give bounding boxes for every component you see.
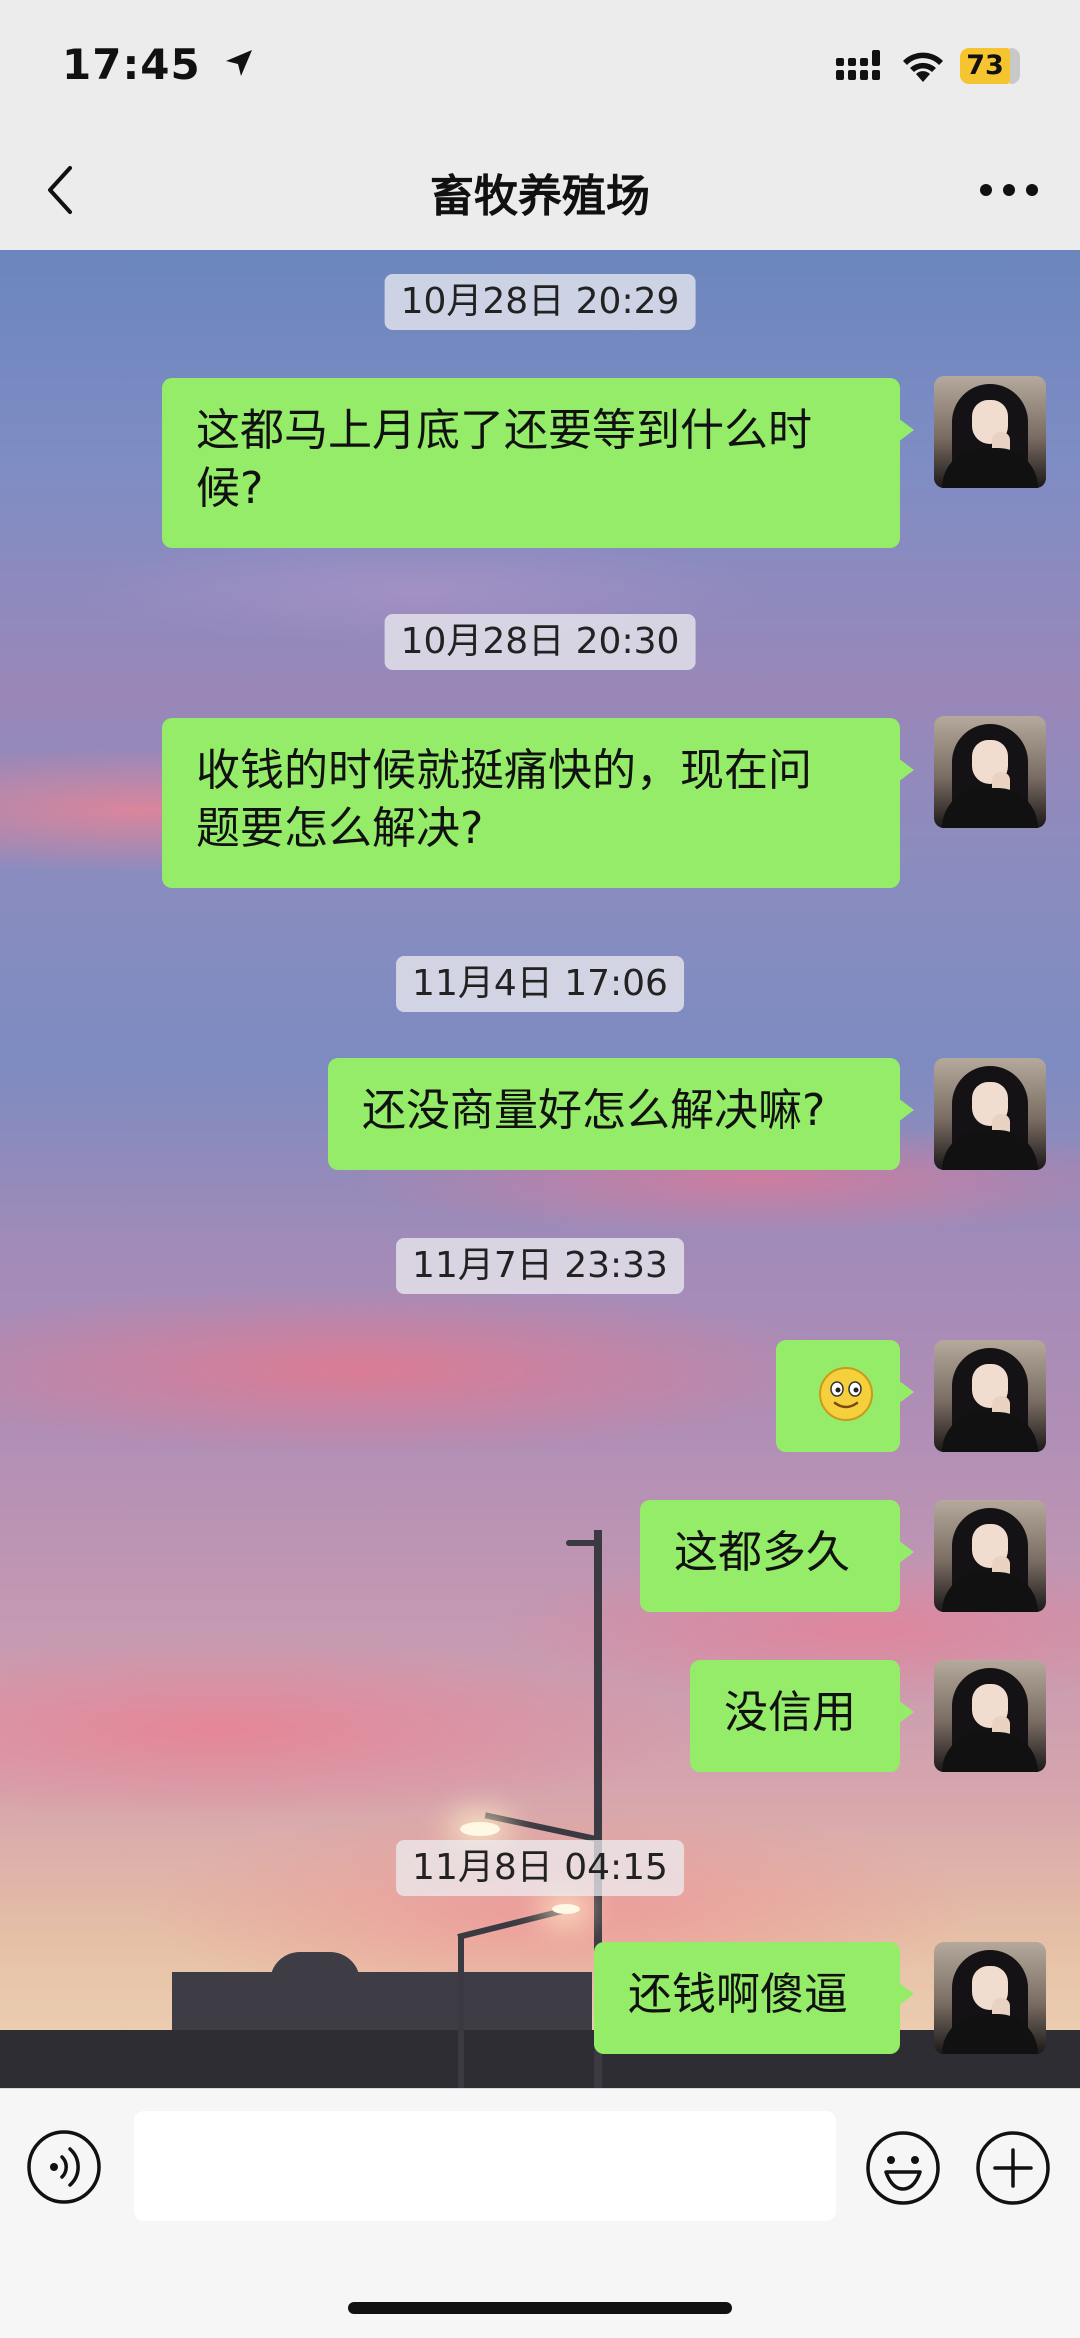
plus-icon[interactable] <box>974 2129 1052 2207</box>
avatar[interactable] <box>934 1500 1046 1612</box>
message-text: 这都多久 <box>674 1527 850 1578</box>
message-timestamp: 11月8日 04:15 <box>396 1840 684 1896</box>
battery-indicator: 73 <box>960 48 1022 84</box>
avatar[interactable] <box>934 1660 1046 1772</box>
message-text-line: 候? <box>196 463 264 514</box>
avatar[interactable] <box>934 1942 1046 2054</box>
message-bubble[interactable]: 这都马上月底了还要等到什么时 候? <box>162 378 914 548</box>
avatar[interactable] <box>934 1340 1046 1452</box>
message-text: 还没商量好怎么解决嘛? <box>362 1085 826 1136</box>
voice-input-icon[interactable] <box>26 2129 102 2205</box>
emoji-icon[interactable] <box>864 2129 942 2207</box>
chat-title: 畜牧养殖场 <box>430 171 650 222</box>
message-text: 还钱啊傻逼 <box>628 1969 848 2020</box>
message-bubble[interactable]: 还钱啊傻逼 <box>594 1942 914 2054</box>
message-input[interactable] <box>134 2111 836 2221</box>
home-indicator[interactable] <box>348 2302 732 2314</box>
message-bubble[interactable] <box>776 1340 914 1452</box>
smile-emoji-icon <box>819 1367 873 1421</box>
message-timestamp: 10月28日 20:30 <box>384 614 696 670</box>
message-timestamp: 10月28日 20:29 <box>384 274 696 330</box>
wifi-icon <box>903 52 943 82</box>
message-text-line: 这都马上月底了还要等到什么时 <box>196 405 812 456</box>
message-bubble[interactable]: 这都多久 <box>640 1500 914 1612</box>
message-text: 没信用 <box>724 1687 856 1738</box>
more-dots-icon[interactable] <box>974 160 1044 220</box>
location-arrow-icon <box>226 50 252 76</box>
message-bubble[interactable]: 收钱的时候就挺痛快的，现在问 题要怎么解决? <box>162 718 914 888</box>
chat-header: 畜牧养殖场 <box>0 130 1080 250</box>
avatar[interactable] <box>934 376 1046 488</box>
message-text-line: 收钱的时候就挺痛快的，现在问 <box>196 745 812 796</box>
status-time: 17:45 <box>62 40 201 89</box>
message-bubble[interactable]: 没信用 <box>690 1660 914 1772</box>
battery-level: 73 <box>966 50 1004 81</box>
avatar[interactable] <box>934 716 1046 828</box>
message-bubble[interactable]: 还没商量好怎么解决嘛? <box>328 1058 914 1170</box>
message-timestamp: 11月7日 23:33 <box>396 1238 684 1294</box>
status-bar: 17:45 73 <box>0 0 1080 130</box>
cellular-signal-icon <box>836 50 880 80</box>
message-text-line: 题要怎么解决? <box>196 803 484 854</box>
chat-input-bar <box>0 2088 1080 2338</box>
avatar[interactable] <box>934 1058 1046 1170</box>
message-timestamp: 11月4日 17:06 <box>396 956 684 1012</box>
